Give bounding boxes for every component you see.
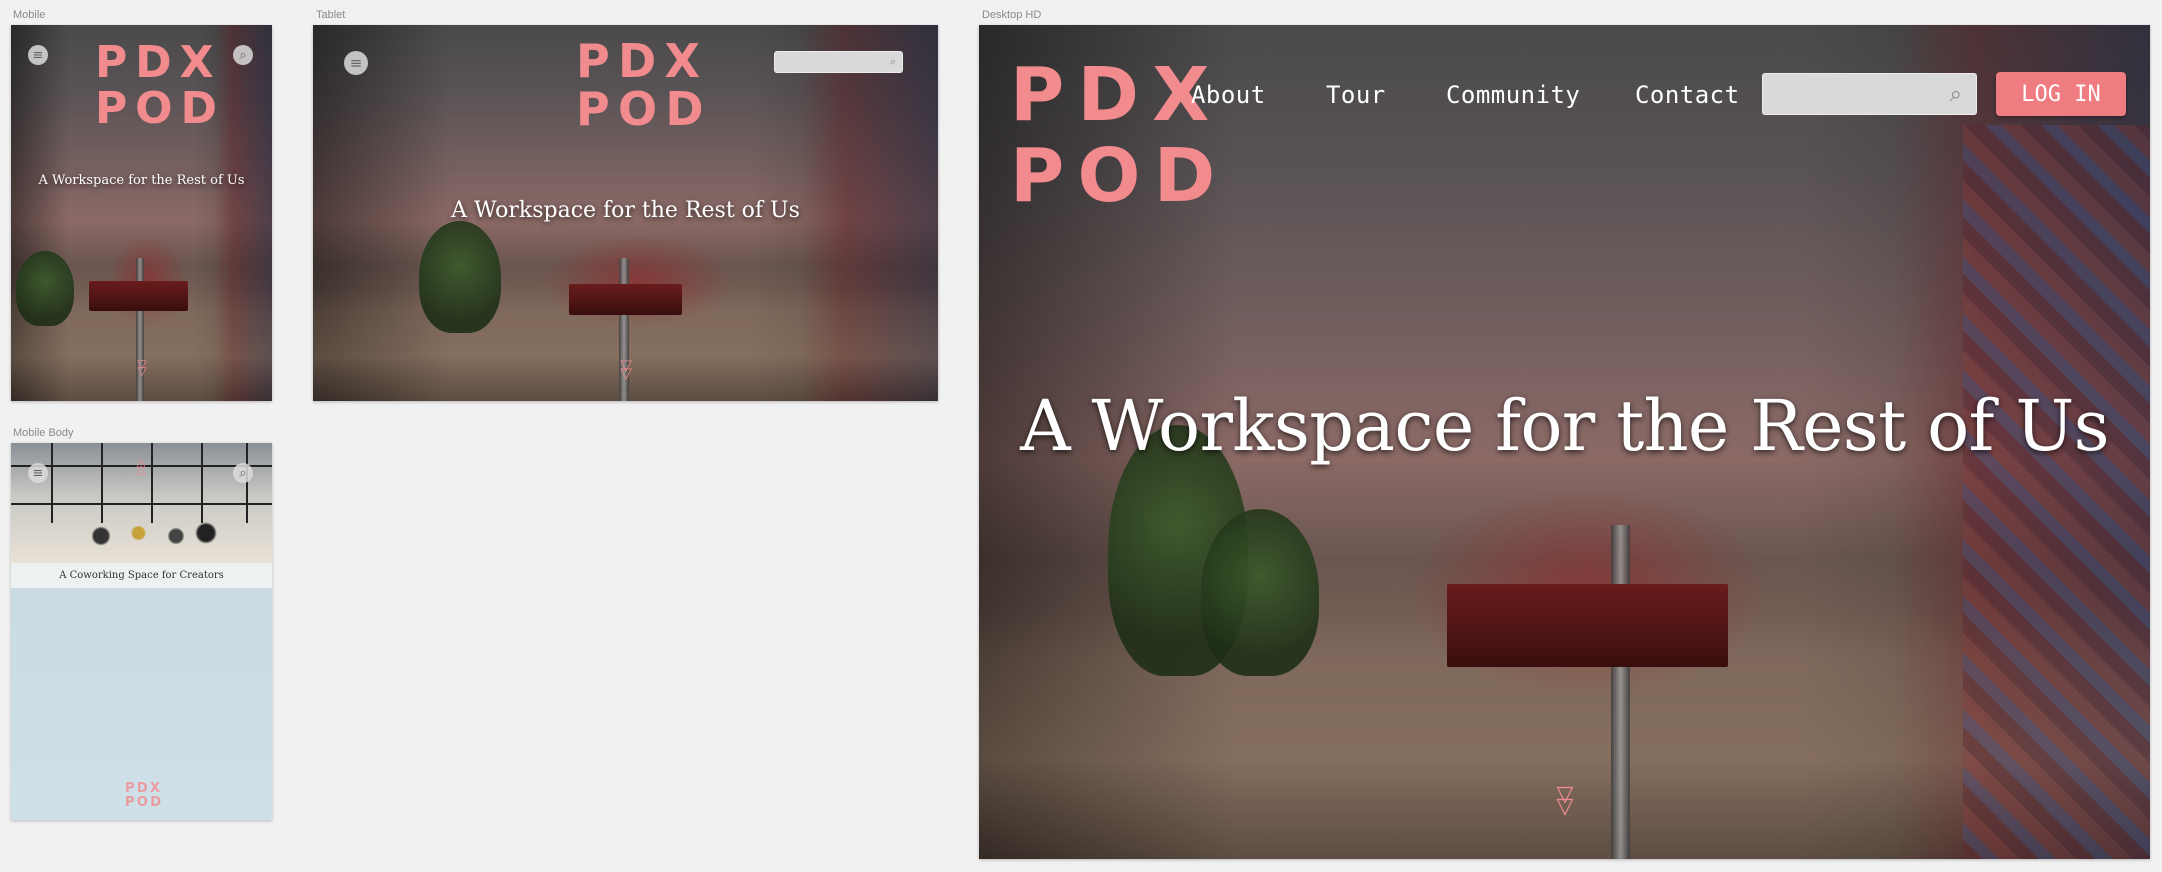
nav-tour[interactable]: Tour xyxy=(1326,81,1386,109)
logo[interactable]: PDX POD xyxy=(95,37,225,135)
tagline: A Workspace for the Rest of Us xyxy=(38,173,245,188)
logo-line-1: PDX xyxy=(95,37,222,88)
scroll-down-icon[interactable]: ▽ ▽ xyxy=(1550,783,1580,817)
scroll-down-icon[interactable]: ▽ ▽ xyxy=(132,358,152,377)
search-icon: ⌕ xyxy=(1949,81,1962,107)
logo-line-2: POD xyxy=(1010,133,1229,220)
search-icon: ⌕ xyxy=(239,465,247,481)
footer-logo-line-2: POD xyxy=(125,794,164,810)
logo[interactable]: PDX POD xyxy=(1010,54,1229,220)
menu-icon: ≡ xyxy=(349,54,363,72)
logo-line-2: POD xyxy=(95,83,225,135)
search-input[interactable]: ⌕ xyxy=(774,51,903,73)
caption-text: A Coworking Space for Creators xyxy=(59,570,224,581)
footer-logo[interactable]: PDX POD xyxy=(125,782,163,809)
nav-about[interactable]: About xyxy=(1191,81,1266,109)
tagline: A Workspace for the Rest of Us xyxy=(451,198,800,223)
mobile-body-artboard: ≡ ⌕ △ △ A Coworking Space for Creators PD… xyxy=(11,443,272,820)
menu-button[interactable]: ≡ xyxy=(28,45,48,65)
logo[interactable]: PDX POD xyxy=(576,37,712,134)
artboard-label-desktop: Desktop HD xyxy=(982,9,1042,21)
desktop-artboard: PDX POD About Tour Community Contact ⌕ L… xyxy=(979,25,2150,859)
menu-button[interactable]: ≡ xyxy=(28,463,48,483)
logo-line-2: POD xyxy=(576,82,712,137)
search-button[interactable]: ⌕ xyxy=(233,45,253,65)
menu-icon: ≡ xyxy=(32,47,44,63)
search-input[interactable]: ⌕ xyxy=(1762,73,1977,115)
caption-bar: A Coworking Space for Creators xyxy=(11,563,272,588)
login-button[interactable]: LOG IN xyxy=(1996,72,2126,116)
search-icon: ⌕ xyxy=(889,55,896,68)
artboard-label-mobile-body: Mobile Body xyxy=(13,427,74,439)
menu-button[interactable]: ≡ xyxy=(344,51,368,75)
nav-community[interactable]: Community xyxy=(1446,81,1580,109)
footer-logo-line-1: PDX xyxy=(125,781,163,796)
wall-mural xyxy=(1962,125,2150,859)
nav-contact[interactable]: Contact xyxy=(1635,81,1740,109)
search-button[interactable]: ⌕ xyxy=(233,463,253,483)
tablet-artboard: ≡ ⌕ PDX POD A Workspace for the Rest of … xyxy=(313,25,938,401)
artboard-label-tablet: Tablet xyxy=(316,9,346,21)
tagline: A Workspace for the Rest of Us xyxy=(1020,385,2109,467)
menu-icon: ≡ xyxy=(32,465,44,481)
logo-line-1: PDX xyxy=(576,34,709,88)
scroll-down-icon[interactable]: ▽ ▽ xyxy=(614,358,638,381)
logo-mark-icon: △ △ xyxy=(136,455,146,476)
artboard-label-mobile: Mobile xyxy=(13,9,46,21)
mobile-artboard: ≡ ⌕ PDX POD A Workspace for the Rest of … xyxy=(11,25,272,401)
search-icon: ⌕ xyxy=(239,47,247,63)
